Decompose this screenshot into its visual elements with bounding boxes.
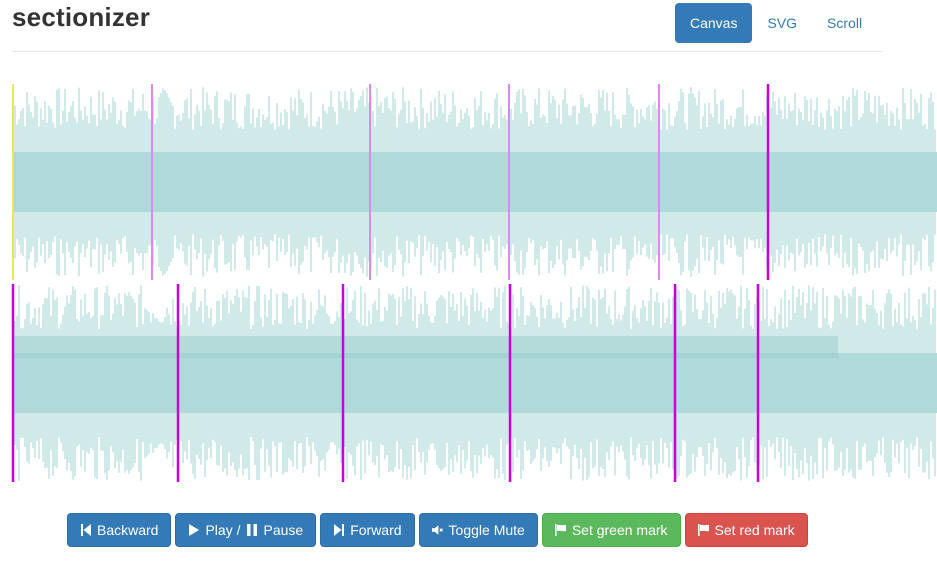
tab-svg[interactable]: SVG xyxy=(752,3,812,43)
header-divider xyxy=(12,51,882,52)
step-forward-icon xyxy=(333,524,344,536)
set-green-mark-button[interactable]: Set green mark xyxy=(541,513,681,547)
set-green-mark-label: Set green mark xyxy=(571,522,668,538)
play-icon xyxy=(188,524,199,536)
play-pause-button[interactable]: Play / Pause xyxy=(175,513,317,547)
app-title: sectionizer xyxy=(12,2,151,32)
player-controls: Backward Play / Pause Forward Toggle Mut… xyxy=(67,513,808,547)
forward-button[interactable]: Forward xyxy=(320,513,415,547)
pause-label: Pause xyxy=(263,522,304,538)
backward-label: Backward xyxy=(97,522,159,538)
volume-off-icon xyxy=(431,524,443,536)
flag-icon xyxy=(697,524,709,536)
tab-canvas[interactable]: Canvas xyxy=(675,3,753,43)
toggle-mute-button[interactable]: Toggle Mute xyxy=(418,513,538,547)
pause-icon xyxy=(246,524,257,536)
progress-overlay xyxy=(13,336,838,358)
backward-button[interactable]: Backward xyxy=(67,513,172,547)
forward-label: Forward xyxy=(350,522,402,538)
tab-scroll[interactable]: Scroll xyxy=(812,3,877,43)
view-tabs: Canvas SVG Scroll xyxy=(675,3,877,43)
flag-icon xyxy=(554,524,566,536)
toggle-mute-label: Toggle Mute xyxy=(448,522,525,538)
step-backward-icon xyxy=(80,524,91,536)
set-red-mark-label: Set red mark xyxy=(714,522,795,538)
set-red-mark-button[interactable]: Set red mark xyxy=(684,513,808,547)
waveform-channel xyxy=(12,285,937,481)
app-page: sectionizer Canvas SVG Scroll Backward P… xyxy=(0,0,937,570)
waveform-canvas[interactable] xyxy=(0,80,937,490)
play-label: Play / xyxy=(205,522,241,538)
waveform-svg[interactable] xyxy=(0,80,937,490)
